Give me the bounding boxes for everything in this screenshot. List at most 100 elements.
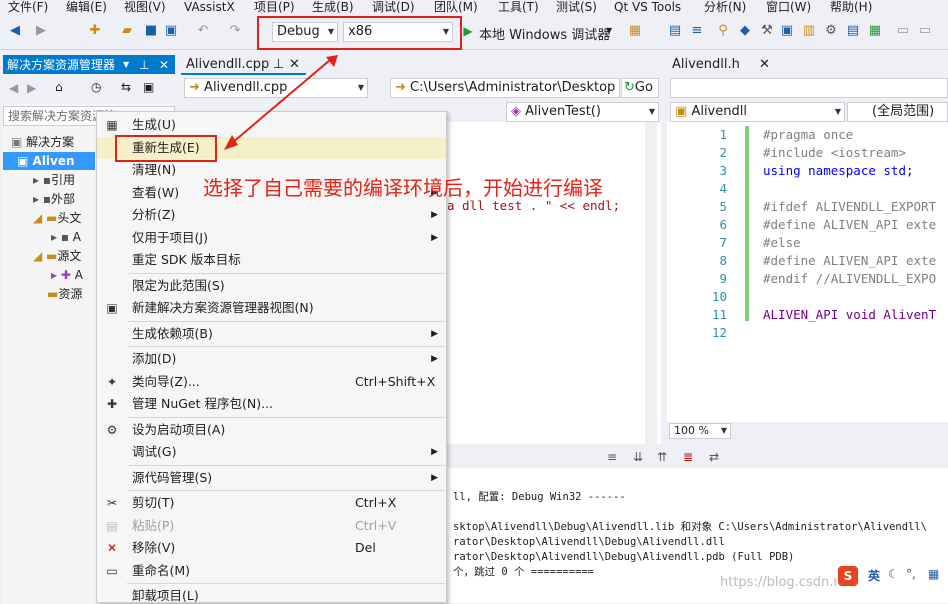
- context-menu-item[interactable]: ✕ 移除(V) Del: [97, 537, 446, 559]
- right-class-select[interactable]: ▣ Alivendll ▼: [670, 102, 845, 122]
- menu-window[interactable]: 窗口(W): [766, 0, 811, 14]
- forward-icon[interactable]: ▶: [27, 81, 36, 95]
- tool-icon[interactable]: ▥: [802, 24, 816, 38]
- chevron-down-icon[interactable]: ▼: [606, 26, 612, 35]
- zoom-select[interactable]: 100 % ▼: [669, 423, 731, 439]
- menu-test[interactable]: 测试(S): [556, 0, 597, 14]
- collapse-icon[interactable]: ▣: [143, 80, 154, 94]
- context-menu-item[interactable]: 限定为此范围(S): [97, 275, 446, 297]
- bookmark-icon[interactable]: ▤: [668, 24, 682, 38]
- go-button[interactable]: ↻Go: [621, 78, 659, 98]
- tool-icon[interactable]: ▭: [896, 24, 910, 38]
- context-menu-item[interactable]: ▭ 重命名(M): [97, 560, 446, 582]
- start-debug-icon[interactable]: ▶: [461, 24, 475, 38]
- context-menu-item[interactable]: ⚙ 设为启动项目(A): [97, 419, 446, 441]
- menu-item-shortcut: Ctrl+Shift+X: [355, 373, 436, 389]
- nuget-icon: ✚: [106, 397, 118, 411]
- code-editor-right[interactable]: 1 2 3 4 5 6 7 8 9 10 11 12 #pragma once #include <io…: [667, 122, 948, 422]
- menu-item-label: 新建解决方案资源管理器视图(N): [132, 300, 314, 315]
- tree-external[interactable]: ▸ ▪外部: [33, 190, 75, 208]
- ime-moon-icon[interactable]: ☾: [888, 567, 899, 581]
- tool-icon[interactable]: ▦: [868, 24, 882, 38]
- menu-vassistx[interactable]: VAssistX: [184, 0, 235, 14]
- menu-analyze[interactable]: 分析(N): [704, 0, 746, 14]
- context-menu-item[interactable]: 生成依赖项(B) ▶: [97, 323, 446, 345]
- debugger-button[interactable]: 本地 Windows 调试器: [479, 24, 610, 43]
- context-menu-item[interactable]: ✦ 类向导(Z)... Ctrl+Shift+X: [97, 371, 446, 393]
- close-icon[interactable]: ✕: [759, 55, 770, 75]
- tool-icon[interactable]: ⚙: [824, 24, 838, 38]
- forward-icon[interactable]: ▶: [34, 24, 48, 38]
- ime-logo-icon[interactable]: S: [838, 566, 858, 586]
- search-icon[interactable]: ⚲: [716, 24, 730, 38]
- vertical-scrollbar[interactable]: [645, 122, 657, 444]
- home-icon[interactable]: ⌂: [55, 80, 63, 94]
- ime-mode[interactable]: 英: [868, 567, 880, 584]
- menu-help[interactable]: 帮助(H): [830, 0, 872, 14]
- pin-icon[interactable]: ⊥: [139, 55, 149, 75]
- menu-edit[interactable]: 编辑(E): [66, 0, 107, 14]
- tree-solution[interactable]: ▣ 解决方案: [11, 133, 74, 151]
- ime-punct-icon[interactable]: °,: [906, 567, 916, 581]
- right-scope-select[interactable]: (全局范围): [847, 102, 948, 122]
- tree-project[interactable]: ▣ Aliven: [3, 152, 95, 170]
- tool-icon[interactable]: ⚒: [760, 24, 774, 38]
- menu-file[interactable]: 文件(F): [8, 0, 48, 14]
- context-menu-item[interactable]: 添加(D) ▶: [97, 348, 446, 370]
- chevron-down-icon[interactable]: ▼: [123, 55, 129, 75]
- tree-header-file[interactable]: ▸ ▪ A: [51, 228, 81, 246]
- save-all-icon[interactable]: ▣: [164, 24, 178, 38]
- output-tool-icon[interactable]: ≡: [607, 450, 617, 464]
- context-menu-item[interactable]: 仅用于项目(J) ▶: [97, 227, 446, 249]
- right-file-select[interactable]: [670, 78, 948, 98]
- menu-team[interactable]: 团队(M): [434, 0, 478, 14]
- menu-project[interactable]: 项目(P): [254, 0, 295, 14]
- tree-references[interactable]: ▸ ▪引用: [33, 171, 75, 189]
- context-menu-item[interactable]: ▣ 新建解决方案资源管理器视图(N): [97, 297, 446, 319]
- menu-view[interactable]: 视图(V): [124, 0, 166, 14]
- ime-skin-icon[interactable]: ▦: [928, 567, 939, 581]
- nav-icon[interactable]: ◆: [738, 24, 752, 38]
- menu-build[interactable]: 生成(B): [312, 0, 354, 14]
- menu-debug[interactable]: 调试(D): [372, 0, 415, 14]
- tree-resources[interactable]: ▬资源: [47, 285, 82, 303]
- context-menu-item[interactable]: ✚ 管理 NuGet 程序包(N)...: [97, 393, 446, 415]
- comment-icon[interactable]: ≡: [690, 24, 704, 38]
- undo-icon[interactable]: ↶: [196, 24, 210, 38]
- context-menu-item[interactable]: ✂ 剪切(T) Ctrl+X: [97, 492, 446, 514]
- tree-sources[interactable]: ◢ ▬源文: [33, 247, 81, 265]
- tool-icon[interactable]: ▤: [846, 24, 860, 38]
- tab-alivendll-h[interactable]: Alivendll.h ✕: [667, 55, 777, 75]
- back-icon[interactable]: ◀: [8, 24, 22, 38]
- new-project-icon[interactable]: ✚: [88, 24, 102, 38]
- output-tool-icon[interactable]: ⇊: [633, 450, 643, 464]
- context-menu-item[interactable]: ▤ 粘贴(P) Ctrl+V: [97, 515, 446, 537]
- line-number: 10: [711, 289, 727, 304]
- context-menu-item[interactable]: 源代码管理(S) ▶: [97, 467, 446, 489]
- remove-icon: ✕: [106, 541, 118, 555]
- tool-icon[interactable]: ▭: [918, 24, 932, 38]
- path-nav-select[interactable]: ➜ C:\Users\Administrator\Desktop: [390, 78, 620, 98]
- menu-item-label: 管理 NuGet 程序包(N)...: [132, 396, 274, 411]
- find-files-icon[interactable]: ▦: [628, 24, 642, 38]
- context-menu-item[interactable]: 调试(G) ▶: [97, 441, 446, 463]
- menu-tools[interactable]: 工具(T): [498, 0, 539, 14]
- save-icon[interactable]: ■: [144, 24, 158, 38]
- context-menu-item[interactable]: 卸载项目(L): [97, 585, 446, 602]
- sync-icon[interactable]: ⇆: [121, 80, 131, 94]
- close-icon[interactable]: ✕: [159, 55, 169, 75]
- tree-source-file[interactable]: ▸ ✚ A: [51, 266, 83, 284]
- clear-icon[interactable]: ≣: [683, 450, 693, 464]
- tool-icon[interactable]: ▣: [780, 24, 794, 38]
- output-tool-icon[interactable]: ⇈: [657, 450, 667, 464]
- context-menu-item[interactable]: 分析(Z) ▶: [97, 204, 446, 226]
- redo-icon[interactable]: ↷: [228, 24, 242, 38]
- menu-qt-vs-tools[interactable]: Qt VS Tools: [614, 0, 681, 14]
- back-icon[interactable]: ◀: [9, 81, 18, 95]
- member-select[interactable]: ◈ AlivenTest() ▼: [506, 102, 659, 122]
- history-icon[interactable]: ◷: [91, 80, 101, 94]
- context-menu-item[interactable]: 重定 SDK 版本目标: [97, 249, 446, 271]
- tree-headers[interactable]: ◢ ▬头文: [33, 209, 81, 227]
- wrap-icon[interactable]: ⇄: [709, 450, 719, 464]
- open-folder-icon[interactable]: ▰: [120, 24, 134, 38]
